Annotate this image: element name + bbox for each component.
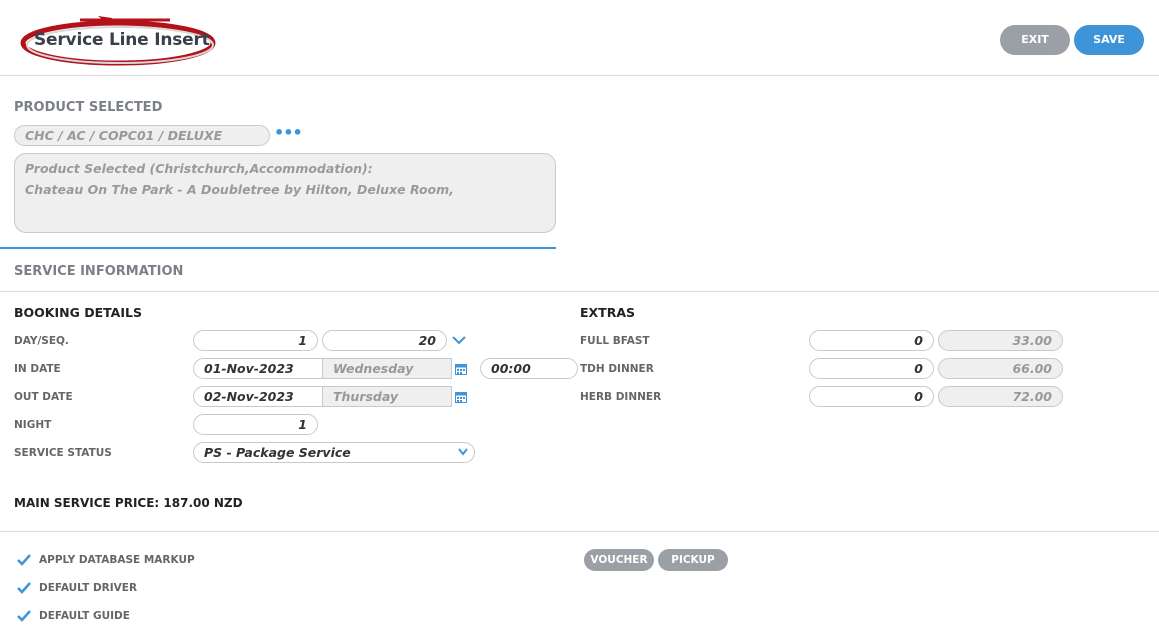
extra-price-field: 72.00 [938, 386, 1063, 407]
extra-qty-input[interactable]: 0 [809, 386, 934, 407]
extra-qty-input[interactable]: 0 [809, 330, 934, 351]
extra-label: FULL BFAST [580, 335, 650, 347]
checkmark-icon[interactable] [16, 552, 32, 568]
ellipsis-icon[interactable]: ••• [274, 123, 303, 142]
extra-price-field: 33.00 [938, 330, 1063, 351]
in-date-label: IN DATE [14, 363, 61, 375]
in-day-field: Wednesday [322, 358, 452, 379]
service-status-select[interactable]: PS - Package Service [193, 442, 475, 463]
page-title: Service Line Insert [34, 30, 210, 50]
extras-title: EXTRAS [580, 305, 636, 320]
out-date-label: OUT DATE [14, 391, 73, 403]
product-description-line2: Chateau On The Park - A Doubletree by Hi… [25, 182, 454, 197]
booking-details-title: BOOKING DETAILS [14, 305, 142, 320]
product-section-underline [0, 247, 556, 249]
service-status-value: PS - Package Service [204, 445, 351, 460]
chevron-down-icon[interactable] [452, 335, 466, 345]
product-code-field[interactable]: CHC / AC / COPC01 / DELUXE [14, 125, 270, 146]
chevron-down-icon[interactable] [458, 448, 468, 456]
day-seq-label: DAY/SEQ. [14, 335, 69, 347]
in-time-input[interactable]: 00:00 [480, 358, 578, 379]
pickup-button[interactable]: PICKUP [658, 549, 728, 571]
checkmark-icon[interactable] [16, 580, 32, 596]
header-divider [0, 75, 1159, 76]
default-guide-label: DEFAULT GUIDE [39, 610, 130, 622]
extra-label: HERB DINNER [580, 391, 662, 403]
out-day-field: Thursday [322, 386, 452, 407]
product-description-box: Product Selected (Christchurch,Accommoda… [14, 153, 556, 233]
day-input[interactable]: 1 [193, 330, 318, 351]
seq-input[interactable]: 20 [322, 330, 447, 351]
service-info-divider [0, 291, 1159, 292]
main-service-price: MAIN SERVICE PRICE: 187.00 NZD [14, 496, 243, 510]
apply-markup-label: APPLY DATABASE MARKUP [39, 554, 195, 566]
extra-price-field: 66.00 [938, 358, 1063, 379]
night-input[interactable]: 1 [193, 414, 318, 435]
night-label: NIGHT [14, 419, 52, 431]
service-status-label: SERVICE STATUS [14, 447, 112, 459]
default-driver-label: DEFAULT DRIVER [39, 582, 138, 594]
exit-button[interactable]: EXIT [1000, 25, 1070, 55]
options-divider [0, 531, 1159, 532]
checkmark-icon[interactable] [16, 608, 32, 624]
calendar-icon[interactable] [455, 363, 467, 375]
in-date-input[interactable]: 01-Nov-2023 [193, 358, 326, 379]
product-description-line1: Product Selected (Christchurch,Accommoda… [25, 161, 373, 176]
out-date-input[interactable]: 02-Nov-2023 [193, 386, 326, 407]
extra-label: TDH DINNER [580, 363, 654, 375]
extra-qty-input[interactable]: 0 [809, 358, 934, 379]
voucher-button[interactable]: VOUCHER [584, 549, 654, 571]
service-info-title: SERVICE INFORMATION [14, 264, 184, 279]
save-button[interactable]: SAVE [1074, 25, 1144, 55]
calendar-icon[interactable] [455, 391, 467, 403]
product-section-title: PRODUCT SELECTED [14, 100, 163, 115]
